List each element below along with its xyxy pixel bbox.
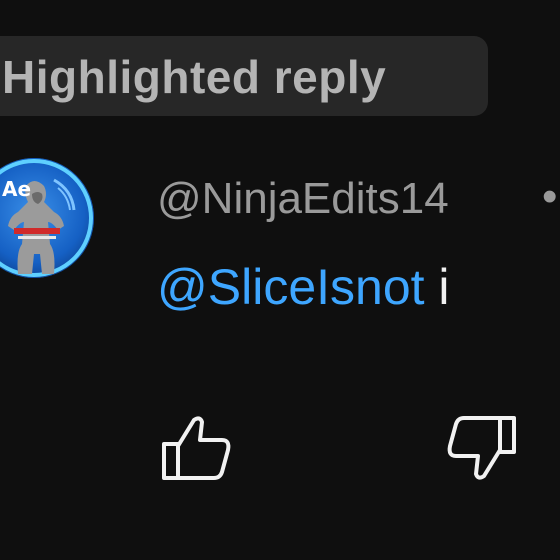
comment-author[interactable]: @NinjaEdits14 <box>157 174 449 224</box>
avatar-image: Ae <box>0 158 94 278</box>
comment-text: i <box>424 259 450 315</box>
avatar[interactable]: Ae <box>0 158 94 278</box>
meta-separator: • <box>542 172 558 221</box>
like-button[interactable] <box>156 408 236 488</box>
mention-link[interactable]: @SliceIsnot <box>157 259 425 315</box>
comment-body: @SliceIsnot i <box>157 258 450 316</box>
thumbs-down-icon <box>447 416 516 480</box>
thumbs-up-icon <box>162 416 231 480</box>
svg-text:Ae: Ae <box>2 177 31 201</box>
dislike-button[interactable] <box>442 408 522 488</box>
highlighted-reply-label: Highlighted reply <box>2 51 387 103</box>
comment-panel: Highlighted reply Ae @NinjaEdits14 • @Sl… <box>0 0 560 560</box>
